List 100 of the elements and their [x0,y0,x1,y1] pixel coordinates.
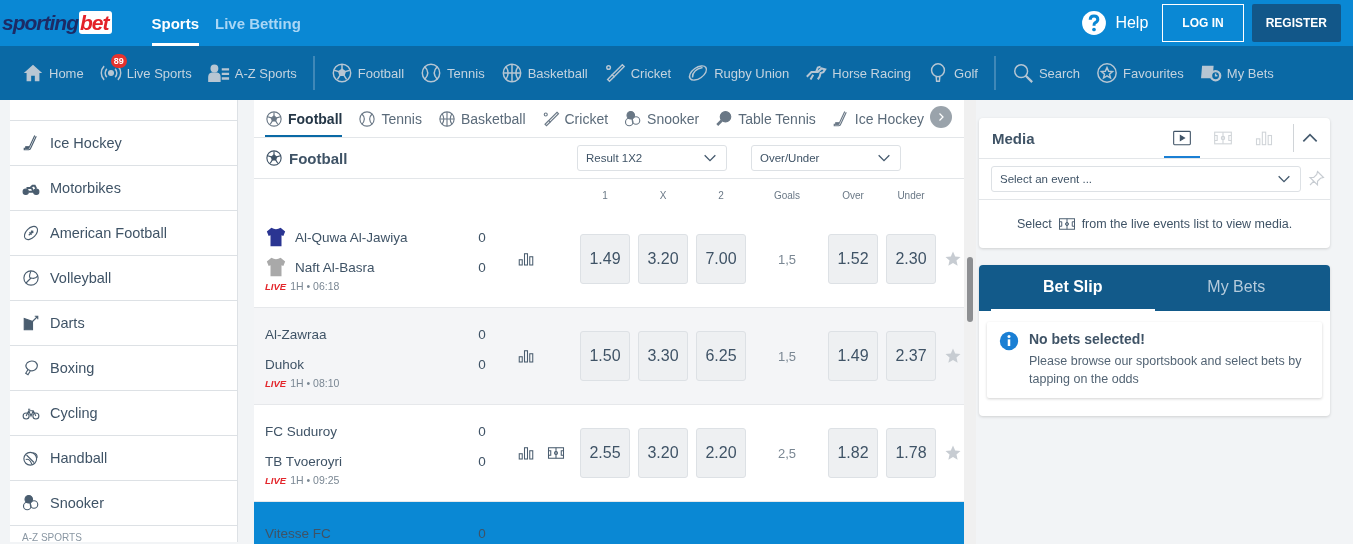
team-name: TB Tvoeroyri [265,453,344,469]
live-label: LIVE [265,377,287,389]
odds-button[interactable]: 1.82 [828,428,878,478]
sport-tab[interactable]: Snooker [624,103,700,137]
pitch-icon[interactable] [547,444,565,462]
sport-tab[interactable]: Football [265,103,343,137]
column-header: 1 [601,189,609,201]
sidebar-item[interactable]: Handball [10,435,237,480]
nav-item[interactable]: A-Z Sports [207,54,297,84]
cricket-bat-icon [603,62,626,84]
sidebar-item[interactable]: Ice Hockey [10,120,237,165]
sport-tab[interactable]: Ice Hockey [831,103,925,137]
home-icon [22,62,44,84]
scrollbar[interactable] [964,100,976,544]
odds-button[interactable]: 1.50 [580,331,630,381]
odds-button[interactable]: 1.52 [828,234,878,284]
odds-button[interactable]: 6.25 [696,331,746,381]
sport-tab[interactable]: Basketball [437,103,526,137]
sidebar-item[interactable]: Motorbikes [10,165,237,210]
boxing-glove-icon [22,359,40,377]
hockey-stick-icon [831,110,850,128]
media-message: Select [1016,217,1052,231]
stats-icon[interactable] [517,444,535,462]
team-name: FC Suduroy [265,423,339,439]
event-row[interactable]: Al-Zawraa 0 Duhok 0 LIVE 1H • 08:10 1.50 3.30 6.25 1,5 1.49 2.37 [254,308,964,405]
stats-icon[interactable] [517,347,535,365]
help-link[interactable]: Help [1115,14,1149,32]
event-select[interactable]: Select an event ... [991,166,1301,192]
tennis-ball-icon [420,62,443,84]
people-list-icon [207,62,230,84]
nav-item[interactable]: Favourites [1096,54,1184,84]
odds-button[interactable]: 7.00 [696,234,746,284]
nav-item[interactable]: Basketball [500,54,588,84]
favourite-star-icon[interactable] [944,250,962,268]
odds-button[interactable]: 2.55 [580,428,630,478]
goals-line: 1,5 [776,348,798,364]
sidebar-item[interactable]: Volleyball [10,255,237,300]
column-header: Over [841,189,865,201]
sidebar-item[interactable]: Darts [10,300,237,345]
sport-tab[interactable]: Tennis [358,103,422,137]
odds-button[interactable]: 2.37 [886,331,936,381]
team-name: Al-Zawraa [265,326,328,342]
american-football-icon [22,224,40,242]
nav-item[interactable]: Football [330,54,405,84]
match-time: 1H • 06:18 [290,280,340,292]
live-label: LIVE [265,280,287,292]
odds-button[interactable]: 3.20 [638,234,688,284]
nav-item[interactable]: Horse Racing [805,54,912,84]
odds-button[interactable]: 3.20 [638,428,688,478]
section-label: A-Z SPORTS [10,525,237,542]
sport-tab[interactable]: Cricket [541,103,609,137]
football-icon [265,149,283,167]
table-tennis-paddle-icon [715,110,734,128]
next-button[interactable] [930,106,952,128]
snooker-balls-icon [22,494,40,512]
nav-item[interactable]: Search [1011,54,1081,84]
nav-item[interactable]: My Bets [1199,54,1274,84]
count-badge: 89 [110,54,127,68]
sidebar-item[interactable]: American Football [10,210,237,255]
nav-item[interactable]: Cricket [603,54,672,84]
bet-slip-tab[interactable]: Bet Slip [991,265,1155,311]
login-button[interactable]: LOG IN [1162,4,1244,42]
column-header: 2 [717,189,725,201]
event-row[interactable]: FC Suduroy 0 TB Tvoeroyri 0 LIVE 1H • 09:25 2.55 3.20 2.20 2,5 1.82 1.78 [254,405,964,502]
event-row[interactable]: Al-Quwa Al-Jawiya 0 Naft Al-Basra 0 LIVE 1H • 06:18 1.49 3.20 7.00 1,5 1.52 2.30 [254,211,964,308]
team-name: Vitesse FC [265,525,332,541]
live-label: LIVE [265,474,287,486]
odds-button[interactable]: 1.78 [886,428,936,478]
sidebar-item[interactable]: Cycling [10,390,237,435]
nav-item[interactable]: Golf [927,54,978,84]
odds-button[interactable]: 1.49 [580,234,630,284]
help-icon[interactable] [1081,10,1108,36]
pin-icon[interactable] [1307,170,1325,188]
nav-item[interactable]: Home [22,54,84,84]
favourite-star-icon[interactable] [944,444,962,462]
favourite-star-icon[interactable] [944,347,962,365]
register-button[interactable]: REGISTER [1251,4,1341,42]
match-time: 1H • 08:10 [290,377,340,389]
odds-button[interactable]: 3.30 [638,331,688,381]
odds-button[interactable]: 2.30 [886,234,936,284]
sidebar-item[interactable]: Snooker [10,480,237,525]
logo[interactable]: sportingbet [2,11,112,35]
rugby-ball-icon [687,62,710,84]
football-icon [265,110,283,128]
sidebar-item[interactable]: Boxing [10,345,237,390]
market-dropdown[interactable]: Result 1X2 [577,145,727,171]
notice-title: No bets selected! [1029,331,1146,347]
nav-item[interactable]: Tennis [420,54,485,84]
market-dropdown[interactable]: Over/Under [751,145,901,171]
nav-item[interactable]: 89 Live Sports [99,54,192,84]
sport-tab[interactable]: Table Tennis [715,103,816,137]
stats-icon[interactable] [517,250,535,268]
bet-slip-tab[interactable]: My Bets [1154,265,1318,311]
score: 0 [477,229,487,245]
goals-line: 2,5 [776,445,798,461]
media-message: from the live events list to view media. [1081,217,1293,231]
nav-item[interactable]: Rugby Union [687,54,790,84]
odds-button[interactable]: 1.49 [828,331,878,381]
basketball-icon [500,62,523,84]
odds-button[interactable]: 2.20 [696,428,746,478]
